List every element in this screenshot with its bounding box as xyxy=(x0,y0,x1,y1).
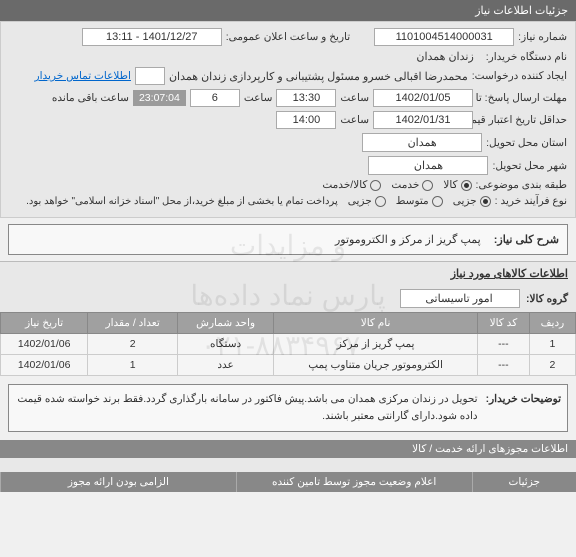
deadline-time: 13:30 xyxy=(276,89,336,107)
process-note: پرداخت تمام یا بخشی از مبلغ خرید،از محل … xyxy=(26,196,338,207)
remaining-label: ساعت باقی مانده xyxy=(52,92,129,104)
delivery-province: همدان xyxy=(362,133,482,152)
table-header: واحد شمارش xyxy=(178,313,274,334)
radio-goods-label: کالا xyxy=(443,179,457,191)
table-cell: --- xyxy=(477,355,529,376)
radio-large[interactable] xyxy=(375,196,386,207)
delivery-city: همدان xyxy=(368,156,488,175)
validity-label: حداقل تاریخ اعتبار قیمت: تا تاریخ: xyxy=(477,114,567,126)
details-panel: شماره نیاز: 1101004514000031 تاریخ و ساع… xyxy=(0,21,576,218)
buyer-notes-label: توضیحات خریدار: xyxy=(486,391,561,425)
table-cell: 1 xyxy=(529,334,575,355)
table-header: نام کالا xyxy=(274,313,478,334)
time-label-2: ساعت xyxy=(244,92,273,104)
requester-value: محمدرضا اقبالی خسرو مسئول پشتیبانی و کار… xyxy=(169,70,468,83)
group-label: گروه کالا: xyxy=(526,293,568,305)
need-no-field: 1101004514000031 xyxy=(374,28,514,46)
goods-section-title: اطلاعات کالاهای مورد نیاز xyxy=(0,261,576,285)
radio-large-label: جزیی xyxy=(348,195,372,207)
goods-table: ردیفکد کالانام کالاواحد شمارشتعداد / مقد… xyxy=(0,312,576,376)
buyer-value: زندان همدان xyxy=(416,50,473,63)
radio-service-label: خدمت xyxy=(391,179,419,191)
time-label-3: ساعت xyxy=(340,114,369,126)
radio-goods-service-label: کالا/خدمت xyxy=(322,179,367,191)
time-label-1: ساعت xyxy=(340,92,369,104)
page-header: جزئیات اطلاعات نیاز xyxy=(0,0,576,21)
bottom-header: جزئیات اعلام وضعیت مجوز توسط تامین کننده… xyxy=(0,472,576,492)
category-label: طبقه بندی موضوعی: xyxy=(476,179,567,191)
table-header: ردیف xyxy=(529,313,575,334)
process-label: نوع فرآیند خرید : xyxy=(495,195,567,207)
contact-link[interactable]: اطلاعات تماس خریدار xyxy=(35,70,131,82)
radio-medium-label: متوسط xyxy=(396,195,429,207)
delivery-city-label: شهر محل تحویل: xyxy=(492,160,567,172)
need-no-label: شماره نیاز: xyxy=(518,31,567,43)
group-value: امور تاسیساتی xyxy=(400,289,520,308)
table-cell: --- xyxy=(477,334,529,355)
radio-small[interactable] xyxy=(480,196,491,207)
deadline-label: مهلت ارسال پاسخ: تا تاریخ: xyxy=(477,92,567,104)
permits-section-title: اطلاعات مجوزهای ارائه خدمت / کالا xyxy=(0,440,576,458)
public-dt-field: 1401/12/27 - 13:11 xyxy=(82,28,222,46)
table-header: تاریخ نیاز xyxy=(1,313,88,334)
page-title: جزئیات اطلاعات نیاز xyxy=(475,5,568,17)
table-cell: 1 xyxy=(88,355,178,376)
deadline-date: 1402/01/05 xyxy=(373,89,473,107)
table-cell: الکتروموتور جریان متناوب پمپ xyxy=(274,355,478,376)
table-cell: 1402/01/06 xyxy=(1,355,88,376)
validity-time: 14:00 xyxy=(276,111,336,129)
process-radio-group: جزیی متوسط جزیی xyxy=(348,195,491,207)
delivery-province-label: استان محل تحویل: xyxy=(486,137,567,149)
radio-service[interactable] xyxy=(422,180,433,191)
need-desc-text: پمپ گریز از مرکز و الکتروموتور xyxy=(335,234,481,246)
table-cell: 1402/01/06 xyxy=(1,334,88,355)
table-row[interactable]: 1---پمپ گریز از مرکزدستگاه21402/01/06 xyxy=(1,334,576,355)
contact-box xyxy=(135,67,165,85)
need-description-box: شرح کلی نیاز: پمپ گریز از مرکز و الکتروم… xyxy=(8,224,568,255)
need-desc-label: شرح کلی نیاز: xyxy=(494,234,559,246)
buyer-label: نام دستگاه خریدار: xyxy=(486,51,567,63)
validity-date: 1402/01/31 xyxy=(373,111,473,129)
deadline-days: 6 xyxy=(190,89,240,107)
bottom-col3: الزامی بودن ارائه مجوز xyxy=(0,472,236,492)
buyer-notes-text: تحویل در زندان مرکزی همدان می باشد.پیش ف… xyxy=(15,391,478,425)
radio-goods[interactable] xyxy=(461,180,472,191)
radio-medium[interactable] xyxy=(432,196,443,207)
category-radio-group: کالا خدمت کالا/خدمت xyxy=(322,179,471,191)
table-header: تعداد / مقدار xyxy=(88,313,178,334)
table-cell: عدد xyxy=(178,355,274,376)
public-dt-label: تاریخ و ساعت اعلان عمومی: xyxy=(226,31,350,43)
table-row[interactable]: 2---الکتروموتور جریان متناوب پمپعدد11402… xyxy=(1,355,576,376)
table-cell: 2 xyxy=(88,334,178,355)
table-cell: دستگاه xyxy=(178,334,274,355)
table-cell: پمپ گریز از مرکز xyxy=(274,334,478,355)
radio-small-label: جزیی xyxy=(453,195,477,207)
table-cell: 2 xyxy=(529,355,575,376)
bottom-col1: جزئیات xyxy=(472,472,576,492)
radio-goods-service[interactable] xyxy=(370,180,381,191)
buyer-notes-box: توضیحات خریدار: تحویل در زندان مرکزی همد… xyxy=(8,384,568,432)
bottom-col2: اعلام وضعیت مجوز توسط تامین کننده xyxy=(236,472,472,492)
table-header: کد کالا xyxy=(477,313,529,334)
remaining-badge: 23:07:04 xyxy=(133,90,186,106)
requester-label: ایجاد کننده درخواست: xyxy=(472,70,567,82)
